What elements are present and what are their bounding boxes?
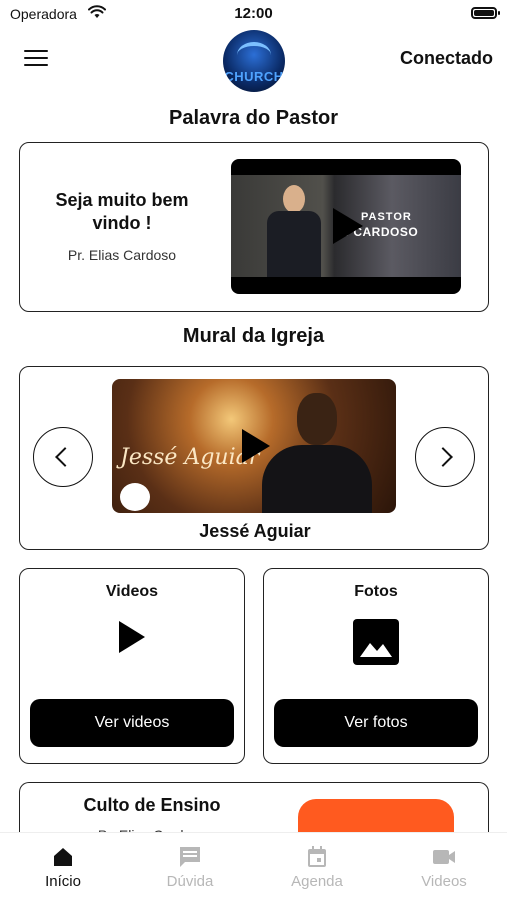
pastor-video-thumbnail[interactable]: PASTOR S CARDOSO [231, 159, 461, 294]
see-videos-button[interactable]: Ver videos [30, 699, 234, 747]
chevron-left-icon [55, 447, 75, 467]
play-icon[interactable] [331, 206, 365, 246]
battery-icon [471, 7, 500, 19]
see-photos-button[interactable]: Ver fotos [274, 699, 478, 747]
clock: 12:00 [234, 5, 273, 22]
mural-image[interactable]: Jessé Aguiar [112, 379, 396, 513]
calendar-icon [308, 846, 326, 867]
play-icon[interactable] [240, 427, 272, 465]
play-icon [119, 621, 145, 653]
pastor-figure [263, 185, 325, 277]
pastor-section-title: Palavra do Pastor [169, 107, 338, 129]
videos-tile-title: Videos [105, 583, 159, 600]
pastor-card[interactable]: Seja muito bem vindo ! Pr. Elias Cardoso… [19, 142, 489, 312]
pastor-author: Pr. Elias Cardoso [67, 247, 177, 263]
videos-tile: Videos Ver videos [19, 568, 245, 764]
image-icon [353, 619, 399, 665]
photos-tile-title: Fotos [354, 583, 398, 600]
tab-label: Dúvida [166, 873, 214, 890]
tab-bar: Início Dúvida Agenda Videos [0, 832, 507, 901]
videocam-icon [433, 850, 455, 864]
hamburger-menu-icon[interactable] [24, 50, 48, 70]
logo-text: CHURCH [224, 69, 284, 84]
mural-image-signature: Jessé Aguiar [120, 445, 260, 470]
carousel-next-button[interactable] [415, 427, 475, 487]
pastor-headline: Seja muito bem vindo ! [55, 190, 189, 233]
tab-agenda[interactable]: Agenda [254, 833, 380, 901]
tab-label: Início [45, 873, 81, 890]
tab-inicio[interactable]: Início [0, 833, 126, 901]
video-overlay-line1: PASTOR [361, 211, 412, 223]
home-icon [54, 848, 72, 866]
mural-carousel: Jessé Aguiar Jessé Aguiar [19, 366, 489, 550]
carousel-prev-button[interactable] [33, 427, 93, 487]
brand-logo-icon [120, 483, 150, 511]
photos-tile: Fotos Ver fotos [263, 568, 489, 764]
culto-title: Culto de Ensino [83, 795, 221, 815]
church-logo: CHURCH [223, 30, 285, 92]
tab-duvida[interactable]: Dúvida [127, 833, 253, 901]
mural-caption: Jessé Aguiar [199, 521, 311, 541]
chevron-right-icon [433, 447, 453, 467]
tab-label: Agenda [291, 873, 343, 890]
tab-videos[interactable]: Videos [381, 833, 507, 901]
singer-figure [262, 389, 372, 513]
app-header: CHURCH Conectado [0, 28, 507, 92]
connection-status-button[interactable]: Conectado [400, 48, 493, 69]
logo-wave-icon [237, 42, 271, 68]
tab-label: Videos [421, 873, 467, 890]
mural-section-title: Mural da Igreja [182, 325, 325, 347]
chat-icon [180, 847, 200, 867]
status-bar: Operadora 12:00 [0, 0, 507, 28]
